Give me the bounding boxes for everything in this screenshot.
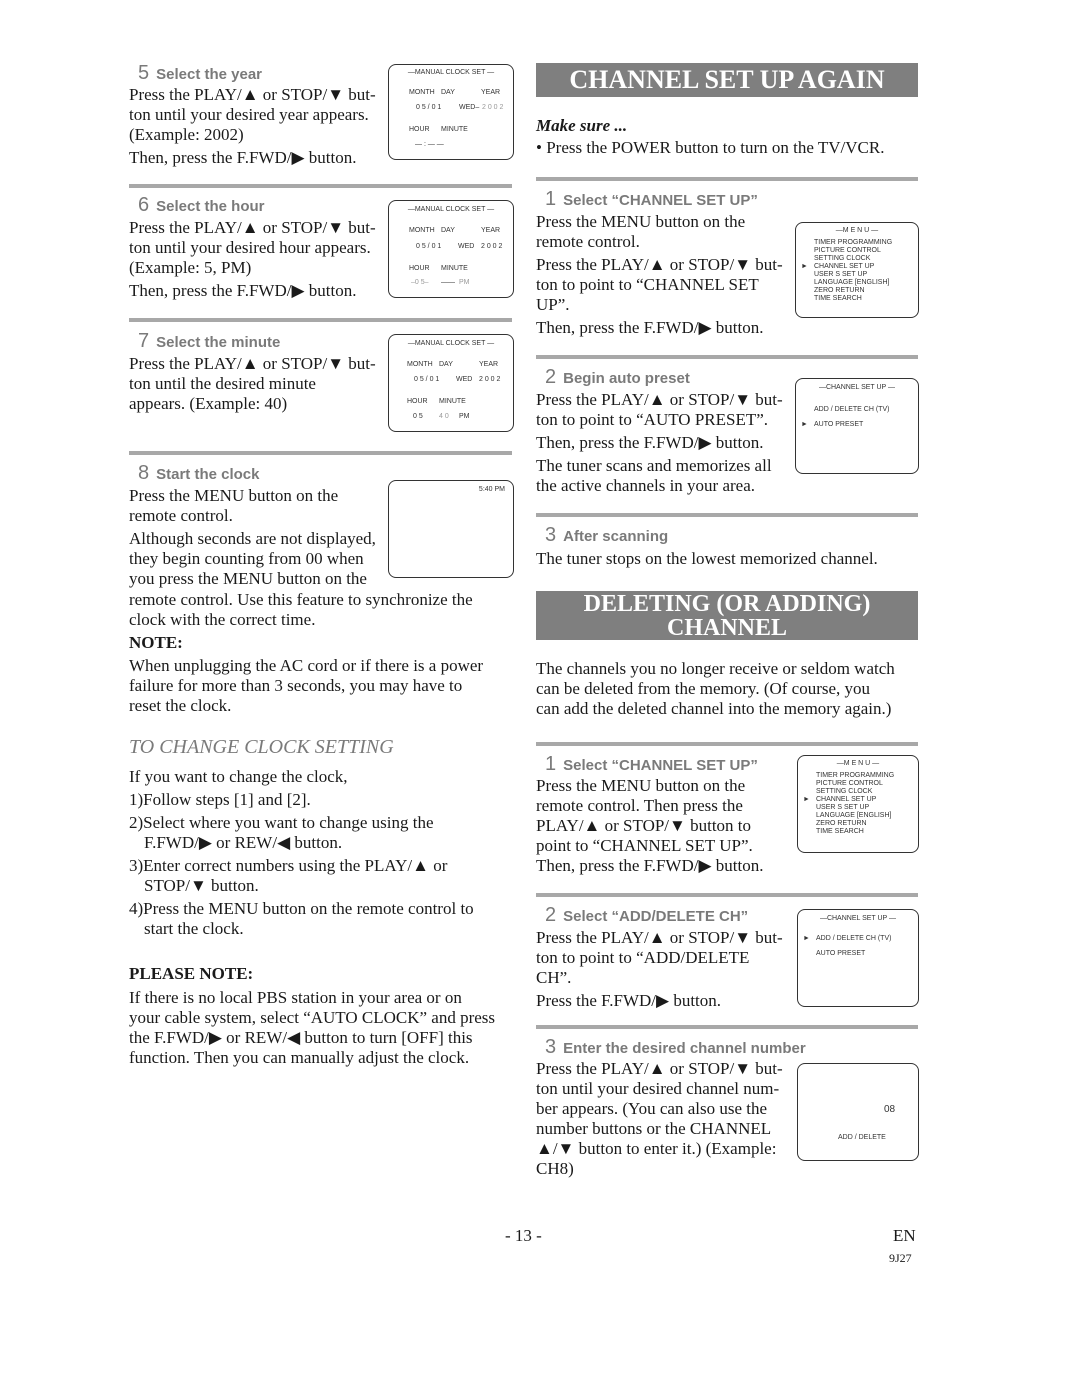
section-divider bbox=[536, 355, 918, 359]
channel-setup-screen: —CHANNEL SET UP — ADD / DELETE CH (TV) A… bbox=[795, 378, 919, 474]
after-scanning-text: The tuner stops on the lowest memorized … bbox=[536, 549, 878, 568]
manual-clock-screen-hour: —MANUAL CLOCK SET — MONTH DAY YEAR 0 5 /… bbox=[388, 200, 514, 298]
document-code: 9J27 bbox=[889, 1251, 912, 1265]
menu-item: SETTING CLOCK bbox=[814, 255, 871, 262]
menu-item-selected: CHANNEL SET UP bbox=[814, 263, 875, 270]
menu-item: ADD / DELETE CH (TV) bbox=[814, 406, 890, 413]
section-divider bbox=[129, 184, 512, 188]
manual-clock-screen-year: —MANUAL CLOCK SET — MONTH DAY YEAR 0 5 /… bbox=[388, 64, 514, 160]
note-heading: NOTE: bbox=[129, 633, 183, 652]
change-clock-heading: TO CHANGE CLOCK SETTING bbox=[129, 736, 394, 758]
delete-step-3-heading: 3 Enter the desired channel number bbox=[545, 1036, 806, 1058]
section-divider bbox=[536, 893, 918, 897]
menu-item: LANGUAGE [ENGLISH] bbox=[814, 279, 890, 286]
page-number: - 13 - bbox=[505, 1226, 542, 1245]
channel-number: 08 bbox=[884, 1104, 896, 1115]
section-divider bbox=[536, 177, 918, 181]
deleting-intro-text: The channels you no longer receive or se… bbox=[536, 659, 895, 718]
step-8-text-cont: remote control. Use this feature to sync… bbox=[129, 590, 473, 629]
menu-item: USER S SET UP bbox=[816, 804, 870, 811]
section-divider bbox=[129, 318, 512, 322]
auto-preset-step-heading: 2 Begin auto preset bbox=[545, 366, 690, 388]
menu-item: USER S SET UP bbox=[814, 271, 868, 278]
step-5-text: Press the PLAY/▲ or STOP/▼ but- ton unti… bbox=[129, 85, 376, 167]
language-code: EN bbox=[893, 1226, 916, 1245]
menu-item: PICTURE CONTROL bbox=[816, 780, 883, 787]
pointer-arrow-icon: ► bbox=[803, 935, 810, 942]
menu-item: ZERO RETURN bbox=[814, 287, 865, 294]
please-note-text: If there is no local PBS station in your… bbox=[129, 988, 496, 1067]
menu-list: TIMER PROGRAMMING PICTURE CONTROL SETTIN… bbox=[816, 772, 894, 836]
step-5-heading: 5 Select the year bbox=[138, 62, 263, 84]
section-divider bbox=[536, 1025, 918, 1029]
menu-item: SETTING CLOCK bbox=[816, 788, 873, 795]
step-8-text: Press the MENU button on the remote cont… bbox=[129, 486, 376, 588]
menu-item: TIME SEARCH bbox=[814, 295, 862, 302]
channel-number-screen: 08 ADD / DELETE bbox=[797, 1063, 919, 1161]
delete-step-2-text: Press the PLAY/▲ or STOP/▼ but- ton to p… bbox=[536, 928, 783, 1010]
menu-list: TIMER PROGRAMMING PICTURE CONTROL SETTIN… bbox=[814, 239, 892, 303]
delete-step-1-text: Press the MENU button on the remote cont… bbox=[536, 776, 764, 875]
section-divider bbox=[536, 742, 918, 746]
channel-set-up-again-banner: CHANNEL SET UP AGAIN bbox=[536, 63, 918, 97]
blinking-ampm: PM bbox=[459, 279, 470, 286]
menu-screen: —M E N U — TIMER PROGRAMMING PICTURE CON… bbox=[797, 755, 919, 853]
channel-setup-step-1-text: Press the MENU button on the remote cont… bbox=[536, 212, 783, 337]
step-6-text: Press the PLAY/▲ or STOP/▼ but- ton unti… bbox=[129, 218, 376, 300]
menu-item: TIME SEARCH bbox=[816, 828, 864, 835]
channel-setup-step-1-heading: 1 Select “CHANNEL SET UP” bbox=[545, 188, 758, 210]
auto-preset-step-text: Press the PLAY/▲ or STOP/▼ but- ton to p… bbox=[536, 390, 783, 495]
menu-item-selected: ADD / DELETE CH (TV) bbox=[816, 935, 892, 942]
please-note-heading: PLEASE NOTE: bbox=[129, 964, 254, 983]
make-sure-heading: Make sure ... bbox=[536, 116, 628, 135]
menu-item: AUTO PRESET bbox=[816, 950, 866, 957]
blinking-year: 2 0 0 2 bbox=[482, 104, 504, 111]
deleting-channel-banner: DELETING (OR ADDING) CHANNEL bbox=[536, 591, 918, 640]
delete-step-3-text: Press the PLAY/▲ or STOP/▼ but- ton unti… bbox=[536, 1059, 783, 1178]
menu-item-selected: CHANNEL SET UP bbox=[816, 796, 877, 803]
add-delete-label: ADD / DELETE bbox=[838, 1134, 886, 1141]
menu-item: LANGUAGE [ENGLISH] bbox=[816, 812, 892, 819]
section-divider bbox=[129, 451, 512, 455]
pointer-arrow-icon: ► bbox=[803, 796, 810, 803]
pointer-arrow-icon: ► bbox=[801, 421, 808, 428]
blinking-hour: –0 5– bbox=[411, 279, 429, 286]
clock-display-screen: 5:40 PM bbox=[388, 480, 514, 578]
menu-item: ZERO RETURN bbox=[816, 820, 867, 827]
note-text: When unplugging the AC cord or if there … bbox=[129, 656, 484, 715]
pointer-arrow-icon: ► bbox=[801, 263, 808, 270]
step-7-text: Press the PLAY/▲ or STOP/▼ but- ton unti… bbox=[129, 354, 376, 413]
menu-item: TIMER PROGRAMMING bbox=[816, 772, 895, 779]
manual-clock-screen-minute: —MANUAL CLOCK SET — MONTH DAY YEAR 0 5 /… bbox=[388, 334, 514, 432]
menu-screen: —M E N U — TIMER PROGRAMMING PICTURE CON… bbox=[795, 222, 919, 318]
step-8-heading: 8 Start the clock bbox=[138, 462, 260, 484]
power-bullet: • Press the POWER button to turn on the … bbox=[536, 138, 885, 157]
delete-step-2-heading: 2 Select “ADD/DELETE CH” bbox=[545, 904, 749, 926]
change-clock-text: If you want to change the clock, 1)Follo… bbox=[129, 767, 474, 938]
step-6-heading: 6 Select the hour bbox=[138, 194, 265, 216]
step-7-heading: 7 Select the minute bbox=[138, 330, 281, 352]
menu-item-selected: AUTO PRESET bbox=[814, 421, 864, 428]
after-scanning-heading: 3 After scanning bbox=[545, 524, 669, 546]
blinking-minute: 4 0 bbox=[439, 413, 449, 420]
menu-item: TIMER PROGRAMMING bbox=[814, 239, 893, 246]
menu-item: PICTURE CONTROL bbox=[814, 247, 881, 254]
section-divider bbox=[536, 513, 918, 517]
channel-setup-screen: —CHANNEL SET UP — ADD / DELETE CH (TV) A… bbox=[797, 909, 919, 1007]
delete-step-1-heading: 1 Select “CHANNEL SET UP” bbox=[545, 753, 758, 775]
